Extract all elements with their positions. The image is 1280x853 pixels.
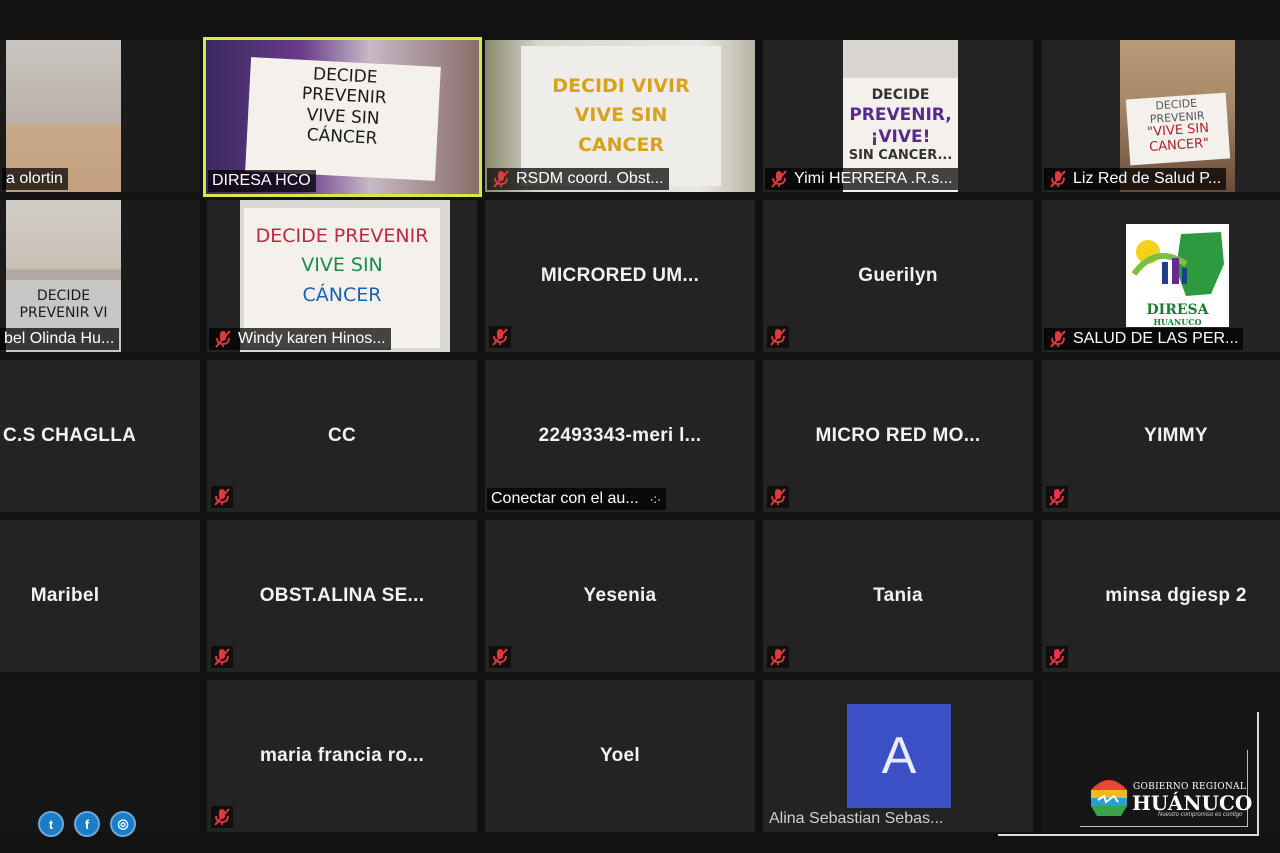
loading-dots-icon: ·:·: [649, 492, 661, 506]
mic-muted-icon: [491, 169, 511, 189]
participant-name: minsa dgiesp 2: [1105, 585, 1247, 606]
mic-muted-indicator: [1046, 486, 1068, 508]
participant-name-label: bel Olinda Hu...: [0, 328, 120, 350]
mic-muted-icon: [490, 647, 510, 667]
sign-board: DECIDE PREVENIR VIVE SIN CÁNCER: [245, 57, 441, 181]
participant-name: 22493343-meri l...: [538, 425, 702, 446]
mic-muted-icon: [768, 647, 788, 667]
mic-muted-icon: [213, 329, 233, 349]
mic-muted-icon: [1047, 647, 1067, 667]
mic-muted-icon: [769, 169, 789, 189]
participant-name-label: SALUD DE LAS PER...: [1044, 328, 1244, 350]
mic-muted-icon: [1047, 487, 1067, 507]
mic-muted-icon: [490, 327, 510, 347]
empty-tile: [0, 680, 200, 832]
mic-muted-indicator: [1046, 646, 1068, 668]
mic-muted-indicator: [489, 646, 511, 668]
participant-tile[interactable]: DIRESA HUANUCO SALUD DE LAS PER...: [1042, 200, 1280, 352]
participant-tile[interactable]: C.S CHAGLLA: [0, 360, 200, 512]
mic-muted-icon: [212, 807, 232, 827]
participant-name: Yesenia: [583, 585, 657, 606]
gobierno-regional-logo: GOBIERNO REGIONAL HUÁNUCO Nuestro compro…: [1088, 770, 1252, 824]
participant-name: C.S CHAGLLA: [3, 425, 137, 446]
connecting-audio-status: Conectar con el au... ·:·: [487, 488, 666, 510]
logo-tagline: Nuestro compromiso es contigo: [1158, 812, 1243, 818]
facebook-icon[interactable]: f: [74, 811, 100, 837]
participant-name-label: Liz Red de Salud P...: [1044, 168, 1227, 190]
gobierno-regional-emblem: [1091, 780, 1127, 816]
mic-muted-indicator: [767, 326, 789, 348]
mic-muted-indicator: [489, 326, 511, 348]
sign-board: DECIDE PREVENIR "VIVE SIN CANCER": [1125, 92, 1231, 166]
participant-tile[interactable]: CC: [207, 360, 477, 512]
participant-name-label: Windy karen Hinos...: [209, 328, 391, 350]
participant-tile[interactable]: YIMMY: [1042, 360, 1280, 512]
instagram-icon[interactable]: ◎: [110, 811, 136, 837]
frame-line-horizontal: [998, 834, 1259, 836]
participant-tile[interactable]: Maribel: [0, 520, 200, 672]
participant-name-label: Alina Sebastian Sebas...: [769, 810, 944, 827]
mic-muted-icon: [212, 487, 232, 507]
participant-name: YIMMY: [1144, 425, 1208, 446]
mic-muted-indicator: [211, 486, 233, 508]
mic-muted-indicator: [211, 646, 233, 668]
participant-name: MICRORED UM...: [540, 265, 700, 286]
mic-muted-indicator: [767, 486, 789, 508]
mic-muted-icon: [212, 647, 232, 667]
participant-name-label: RSDM coord. Obst...: [487, 168, 669, 190]
participant-tile[interactable]: MICRO RED MO...: [763, 360, 1033, 512]
participant-name: OBST.ALINA SE...: [259, 585, 425, 606]
frame-line-vertical: [1257, 712, 1259, 836]
avatar: A: [847, 704, 951, 808]
participant-name: Guerilyn: [858, 265, 938, 286]
mic-muted-icon: [1048, 329, 1068, 349]
participant-tile[interactable]: 22493343-meri l... Conectar con el au...…: [485, 360, 755, 512]
gallery-grid: a olortin DECIDE PREVENIR VIVE SIN CÁNCE…: [0, 0, 1280, 853]
diresa-logo-text: DIRESA HUANUCO: [1146, 302, 1209, 327]
participant-tile[interactable]: Guerilyn: [763, 200, 1033, 352]
participant-tile[interactable]: a olortin: [0, 40, 200, 192]
participant-name-label: a olortin: [2, 168, 68, 190]
mic-muted-indicator: [767, 646, 789, 668]
mic-muted-indicator: [211, 806, 233, 828]
sign-board: DECIDE PREVENIR VIVE SIN CÁNCER: [244, 208, 440, 348]
participant-tile[interactable]: Yesenia: [485, 520, 755, 672]
mic-muted-icon: [768, 487, 788, 507]
participant-tile[interactable]: DECIDE PREVENIR "VIVE SIN CANCER" Liz Re…: [1042, 40, 1280, 192]
participant-name: maria francia ro...: [259, 745, 425, 766]
social-links: t f ◎: [38, 811, 136, 837]
mic-muted-icon: [768, 327, 788, 347]
participant-name-label: DIRESA HCO: [208, 170, 316, 192]
sign-board: DECIDI VIVIR VIVE SIN CANCER: [521, 46, 721, 186]
participant-name: Yoel: [600, 745, 640, 766]
participant-tile[interactable]: DECIDE PREVENIR VI bel Olinda Hu...: [0, 200, 200, 352]
participant-tile[interactable]: DECIDE PREVENIR VIVE SIN CÁNCER Windy ka…: [207, 200, 477, 352]
participant-tile[interactable]: maria francia ro...: [207, 680, 477, 832]
participant-tile[interactable]: Yoel: [485, 680, 755, 832]
frame-line-inner-h: [1080, 826, 1248, 827]
participant-tile[interactable]: A Alina Sebastian Sebas...: [763, 680, 1033, 832]
participant-tile[interactable]: minsa dgiesp 2: [1042, 520, 1280, 672]
mic-muted-icon: [1048, 169, 1068, 189]
participant-name: MICRO RED MO...: [815, 425, 981, 446]
participant-tile[interactable]: DECIDI VIVIR VIVE SIN CANCER RSDM coord.…: [485, 40, 755, 192]
participant-tile[interactable]: OBST.ALINA SE...: [207, 520, 477, 672]
participant-tile[interactable]: DECIDE PREVENIR, ¡VIVE! SIN CANCER... Yi…: [763, 40, 1033, 192]
participant-name: Maribel: [30, 585, 100, 606]
participant-name-label: Yimi HERRERA .R.s...: [765, 168, 958, 190]
diresa-logo: DIRESA HUANUCO: [1126, 224, 1229, 327]
participant-tile[interactable]: MICRORED UM...: [485, 200, 755, 352]
participant-name: CC: [327, 425, 357, 446]
participant-name: Tania: [873, 585, 923, 606]
twitter-icon[interactable]: t: [38, 811, 64, 837]
diresa-logo-graphic: [1131, 232, 1224, 296]
participant-tile[interactable]: Tania: [763, 520, 1033, 672]
participant-tile-active-speaker[interactable]: DECIDE PREVENIR VIVE SIN CÁNCER DIRESA H…: [203, 37, 482, 197]
